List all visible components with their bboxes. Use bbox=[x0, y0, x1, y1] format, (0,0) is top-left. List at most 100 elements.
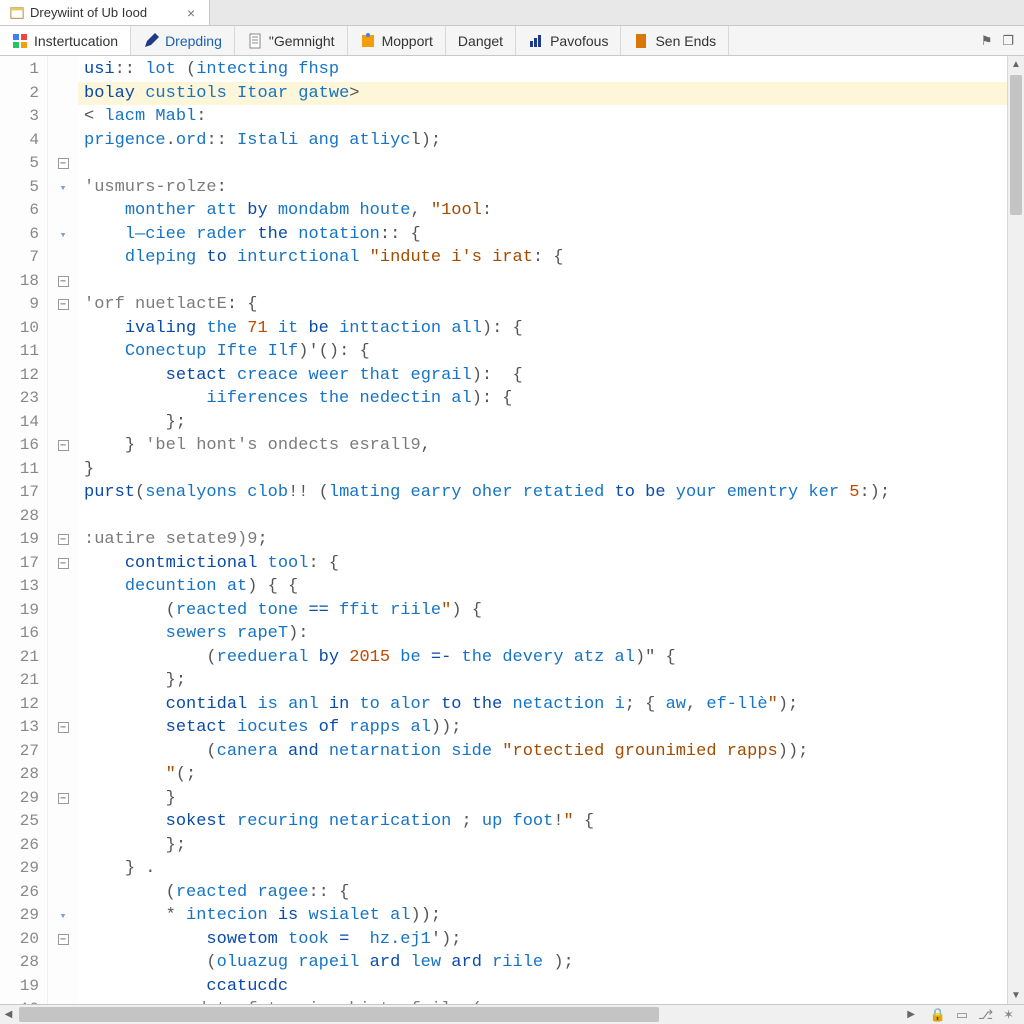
code-line[interactable]: (oluazug rapeil ard lew ard riile ); bbox=[84, 951, 1007, 975]
code-line[interactable]: (canera and netarnation side "rotectied … bbox=[84, 740, 1007, 764]
code-line[interactable]: }; bbox=[84, 411, 1007, 435]
fold-cell bbox=[48, 599, 78, 623]
tab-danget[interactable]: Danget bbox=[446, 26, 516, 55]
file-tab[interactable]: Dreywiint of Ub Iood × bbox=[0, 0, 210, 25]
code-line[interactable]: (reedueral by 2015 be =- the devery atz … bbox=[84, 646, 1007, 670]
vertical-scrollbar[interactable]: ▲ ▼ bbox=[1007, 56, 1024, 1004]
line-number: 20 bbox=[0, 928, 39, 952]
code-line[interactable]: contmictional tool: { bbox=[84, 552, 1007, 576]
code-line[interactable]: } . bbox=[84, 857, 1007, 881]
scroll-track[interactable] bbox=[1008, 73, 1024, 987]
chart-icon bbox=[528, 33, 544, 49]
fold-toggle-icon[interactable]: − bbox=[58, 534, 69, 545]
tab-mopport[interactable]: Mopport bbox=[348, 26, 446, 55]
code-view[interactable]: usi:: lot (intecting fhspbolay custiols … bbox=[78, 56, 1007, 1004]
lock-icon[interactable]: 🔒 bbox=[930, 1007, 946, 1023]
code-line[interactable]: bolay custiols Itoar gatwe> bbox=[78, 82, 1007, 106]
code-line[interactable]: setact creace weer that egrail): { bbox=[84, 364, 1007, 388]
code-line[interactable] bbox=[84, 505, 1007, 529]
status-icons: 🔒 ▭ ⎇ ✶ bbox=[920, 1005, 1024, 1024]
code-line[interactable]: ccatucdc bbox=[84, 975, 1007, 999]
fold-arrow-icon[interactable]: ▾ bbox=[60, 223, 67, 247]
hscroll-right-icon[interactable]: ▶ bbox=[903, 1005, 920, 1024]
scroll-down-icon[interactable]: ▼ bbox=[1008, 987, 1024, 1004]
tab-gemnight[interactable]: "Gemnight bbox=[235, 26, 348, 55]
code-line[interactable]: usi:: lot (intecting fhsp bbox=[84, 58, 1007, 82]
line-number: 16 bbox=[0, 622, 39, 646]
code-line[interactable]: } bbox=[84, 787, 1007, 811]
fold-toggle-icon[interactable]: − bbox=[58, 558, 69, 569]
fold-toggle-icon[interactable]: − bbox=[58, 934, 69, 945]
fold-toggle-icon[interactable]: − bbox=[58, 722, 69, 733]
code-line[interactable]: sewers rapeT): bbox=[84, 622, 1007, 646]
code-line[interactable]: 'usmurs-rolze: bbox=[84, 176, 1007, 200]
code-line[interactable]: prigence.ord:: Istali ang atliycl); bbox=[84, 129, 1007, 153]
code-line[interactable]: Conectup Ifte Ilf)'(): { bbox=[84, 340, 1007, 364]
code-line[interactable]: decuntion at) { { bbox=[84, 575, 1007, 599]
branch-icon[interactable]: ⎇ bbox=[978, 1007, 993, 1023]
hscroll-thumb[interactable] bbox=[19, 1007, 659, 1022]
line-number: 29 bbox=[0, 857, 39, 881]
code-line[interactable]: "(; bbox=[84, 763, 1007, 787]
tab-sen-ends[interactable]: Sen Ends bbox=[621, 26, 729, 55]
code-line[interactable]: } bbox=[84, 458, 1007, 482]
code-line[interactable]: } 'bel hont's ondects esrall9, bbox=[84, 434, 1007, 458]
code-line[interactable]: * intecion is wsialet al)); bbox=[84, 904, 1007, 928]
line-number: 7 bbox=[0, 246, 39, 270]
code-line[interactable]: purst(senalyons clob!! (lmating earry oh… bbox=[84, 481, 1007, 505]
fold-toggle-icon[interactable]: − bbox=[58, 158, 69, 169]
person-icon[interactable]: ✶ bbox=[1003, 1007, 1014, 1023]
hscroll-track[interactable] bbox=[17, 1005, 903, 1024]
fold-arrow-icon[interactable]: ▾ bbox=[60, 176, 67, 200]
line-number: 28 bbox=[0, 505, 39, 529]
tab-label: Mopport bbox=[382, 33, 433, 49]
fold-cell bbox=[48, 881, 78, 905]
line-number: 12 bbox=[0, 693, 39, 717]
fold-cell bbox=[48, 317, 78, 341]
fold-cell: − bbox=[48, 293, 78, 317]
fold-cell bbox=[48, 411, 78, 435]
line-number: 29 bbox=[0, 904, 39, 928]
code-line[interactable] bbox=[84, 270, 1007, 294]
code-line[interactable]: }; bbox=[84, 834, 1007, 858]
code-line[interactable]: sokest recuring netarication ; up foot!"… bbox=[84, 810, 1007, 834]
code-line[interactable]: (reacted ragee:: { bbox=[84, 881, 1007, 905]
code-line[interactable]: < lacm Mabl: bbox=[84, 105, 1007, 129]
code-line[interactable]: dleping to inturctional "indute i's irat… bbox=[84, 246, 1007, 270]
code-line[interactable] bbox=[84, 152, 1007, 176]
tab-drepding[interactable]: Drepding bbox=[131, 26, 235, 55]
line-number: 23 bbox=[0, 387, 39, 411]
scroll-up-icon[interactable]: ▲ bbox=[1008, 56, 1024, 73]
line-number: 16 bbox=[0, 434, 39, 458]
hscroll-left-icon[interactable]: ◀ bbox=[0, 1005, 17, 1024]
pin-icon[interactable]: ⚑ bbox=[981, 33, 993, 49]
tab-pavofous[interactable]: Pavofous bbox=[516, 26, 621, 55]
fold-toggle-icon[interactable]: − bbox=[58, 276, 69, 287]
code-line[interactable]: }; bbox=[84, 669, 1007, 693]
line-number: 5 bbox=[0, 152, 39, 176]
fold-cell: ▾ bbox=[48, 223, 78, 247]
fold-cell bbox=[48, 693, 78, 717]
code-line[interactable]: dot fatomain hist foilec( . bbox=[84, 998, 1007, 1004]
code-line[interactable]: setact iocutes of rapps al)); bbox=[84, 716, 1007, 740]
fold-toggle-icon[interactable]: − bbox=[58, 299, 69, 310]
scroll-thumb[interactable] bbox=[1010, 75, 1022, 215]
tab-instertucation[interactable]: Instertucation bbox=[0, 26, 131, 55]
line-number: 11 bbox=[0, 458, 39, 482]
code-line[interactable]: 'orf nuetlactE: { bbox=[84, 293, 1007, 317]
fold-cell bbox=[48, 199, 78, 223]
code-line[interactable]: l—ciee rader the notation:: { bbox=[84, 223, 1007, 247]
code-line[interactable]: contidal is anl in to alor to the netact… bbox=[84, 693, 1007, 717]
fold-arrow-icon[interactable]: ▾ bbox=[60, 904, 67, 928]
code-line[interactable]: monther att by mondabm houte, "1ool: bbox=[84, 199, 1007, 223]
fold-toggle-icon[interactable]: − bbox=[58, 440, 69, 451]
code-line[interactable]: sowetom took = hz.ej1'); bbox=[84, 928, 1007, 952]
code-line[interactable]: ivaling the 71 it be inttaction all): { bbox=[84, 317, 1007, 341]
code-line[interactable]: (reacted tone == ffit riile") { bbox=[84, 599, 1007, 623]
window-icon[interactable]: ❐ bbox=[1002, 33, 1014, 49]
fold-toggle-icon[interactable]: − bbox=[58, 793, 69, 804]
code-line[interactable]: :uatire setate9)9; bbox=[84, 528, 1007, 552]
code-line[interactable]: iiferences the nedectin al): { bbox=[84, 387, 1007, 411]
split-icon[interactable]: ▭ bbox=[956, 1007, 968, 1023]
close-icon[interactable]: × bbox=[183, 5, 199, 21]
